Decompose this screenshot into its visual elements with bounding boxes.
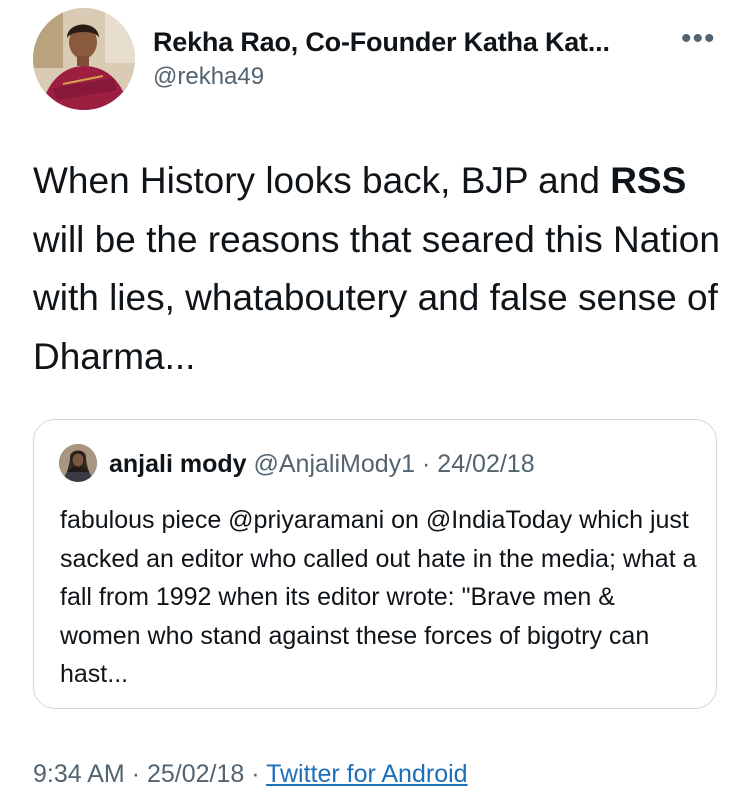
footer-separator-1: · [131,760,141,788]
tweet-text: When History looks back, BJP and RSS wil… [33,152,723,386]
quoted-profile-photo [59,444,97,482]
quoted-tweet-header: anjali mody @AnjaliMody1 · 24/02/18 [109,450,535,479]
footer-separator-2: · [251,760,260,788]
quoted-tweet-text: fabulous piece @priyaramani on @IndiaTod… [60,506,697,688]
tweet-footer: 9:34 AM · 25/02/18 · Twitter for Android [33,760,468,789]
author-handle[interactable]: @rekha49 [153,63,264,91]
author-display-name[interactable]: Rekha Rao, Co-Founder Katha Kat... [153,27,610,58]
quoted-separator: · [422,450,431,478]
tweet-text-part2: will be the reasons that seared this Nat… [33,218,720,377]
tweet-date[interactable]: 25/02/18 [147,760,244,788]
quoted-author-handle[interactable]: @AnjaliMody1 [254,450,416,478]
tweet-time[interactable]: 9:34 AM [33,760,125,788]
tweet-text-bold: RSS [610,160,687,201]
quoted-tweet-date[interactable]: 24/02/18 [437,450,534,478]
quoted-tweet-card[interactable]: anjali mody @AnjaliMody1 · 24/02/18 fabu… [33,419,717,709]
more-label: ••• [681,22,716,55]
more-icon[interactable]: ••• [681,24,716,54]
tweet-text-part1: When History looks back, BJP and [33,160,611,201]
quoted-author-avatar [59,444,97,482]
tweet-source-link[interactable]: Twitter for Android [266,760,467,788]
profile-photo [33,8,135,110]
quoted-author-name[interactable]: anjali mody [109,450,247,478]
author-avatar[interactable] [33,8,135,110]
